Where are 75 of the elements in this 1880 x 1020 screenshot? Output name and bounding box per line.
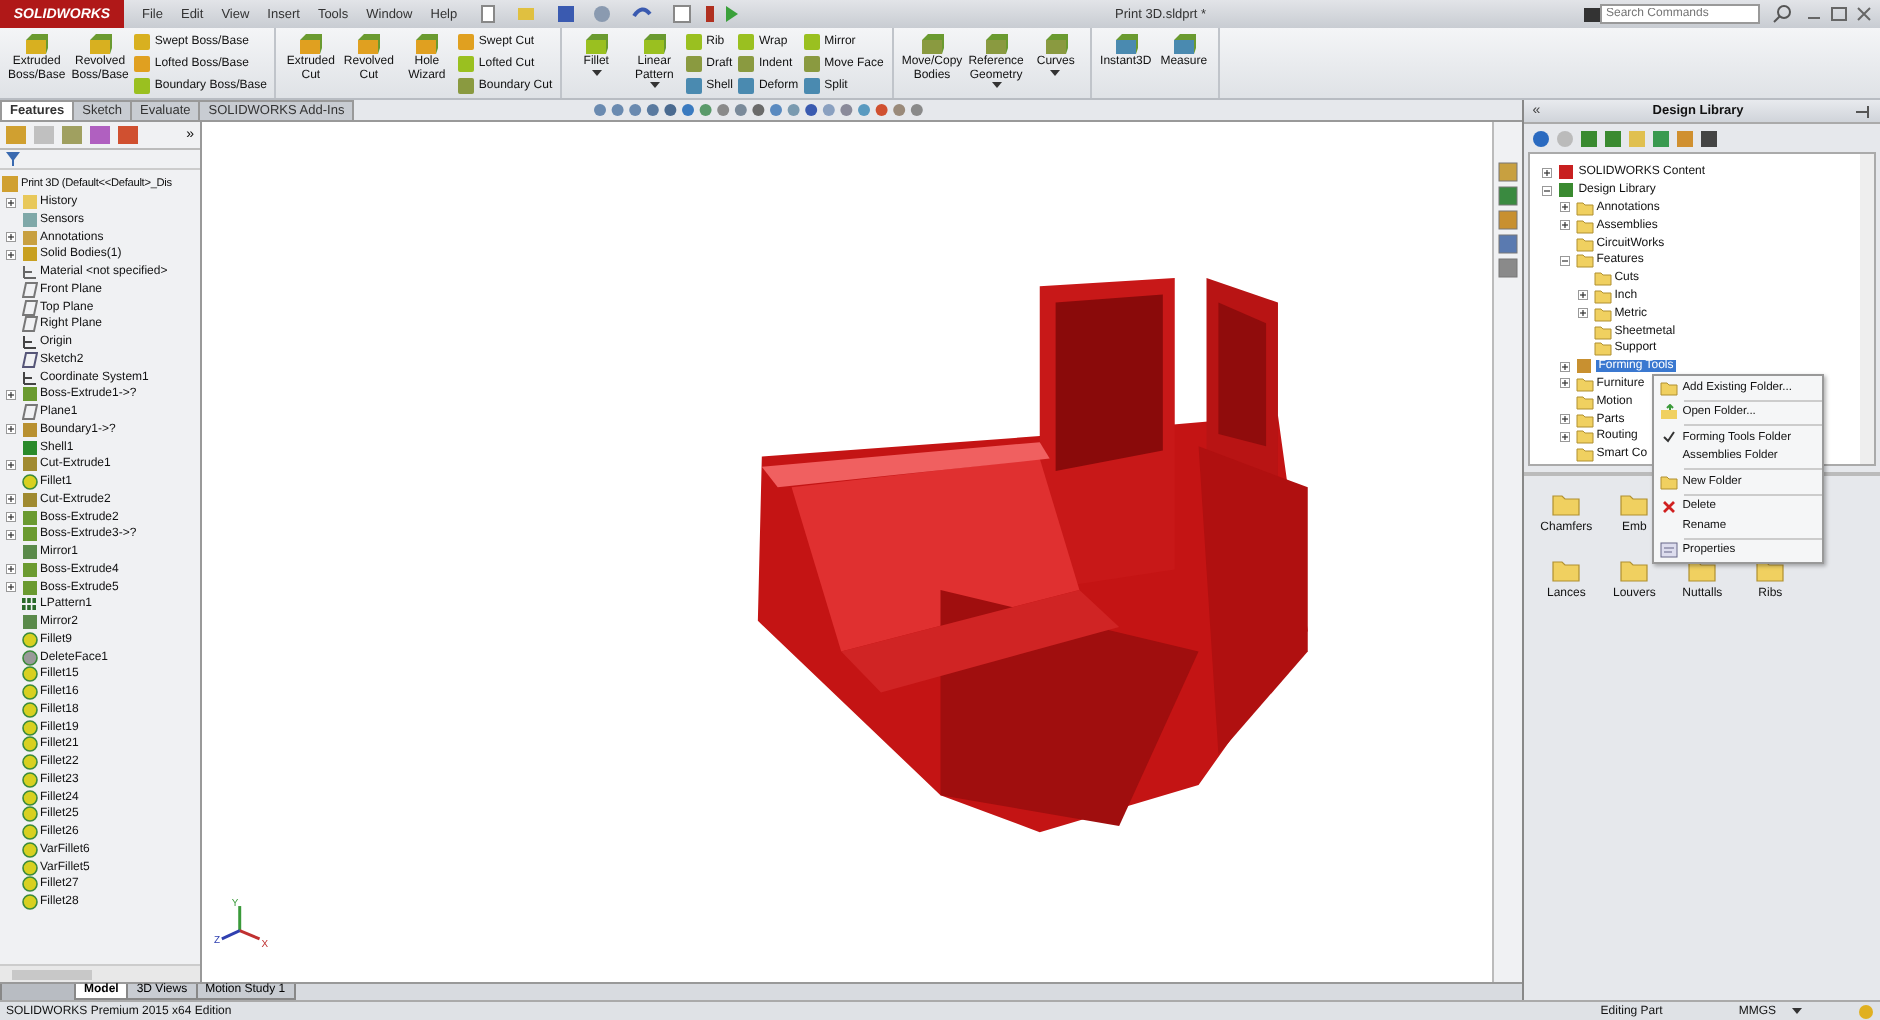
task-pane-icon[interactable] — [1498, 186, 1519, 206]
lines-icon — [21, 264, 37, 281]
lines-icon — [21, 334, 37, 351]
block-icon — [88, 34, 113, 56]
folder-icon — [1688, 558, 1717, 582]
block-icon — [24, 34, 49, 56]
expand-icon[interactable] — [6, 494, 16, 505]
expand-icon[interactable] — [6, 512, 16, 523]
expand-icon[interactable] — [6, 424, 16, 435]
square-icon — [21, 614, 37, 631]
panel-tab-icon[interactable] — [116, 124, 140, 146]
expand-icon[interactable] — [6, 529, 16, 540]
folder-icon — [1620, 492, 1649, 516]
expand-icon[interactable] — [6, 389, 16, 400]
block-icon — [642, 34, 667, 56]
folder-icon — [1620, 558, 1649, 582]
caret-icon[interactable] — [1050, 69, 1061, 75]
plane-icon — [21, 351, 37, 368]
expand-icon[interactable] — [6, 197, 16, 208]
scrollbar[interactable] — [1860, 154, 1874, 464]
block-icon — [1043, 34, 1068, 56]
back-icon[interactable] — [1532, 129, 1551, 147]
filter-icon[interactable] — [6, 152, 20, 166]
plane-icon — [21, 404, 37, 421]
expand-icon[interactable] — [6, 232, 16, 243]
block-icon — [584, 34, 609, 56]
expand-icon[interactable] — [6, 564, 16, 575]
expand-icon[interactable] — [6, 249, 16, 260]
window-controls-icon[interactable] — [1804, 4, 1876, 24]
caret-icon[interactable] — [591, 69, 602, 75]
square-icon — [1557, 182, 1576, 199]
task-pane-icon[interactable] — [1498, 162, 1519, 182]
folder-icon — [1756, 558, 1785, 582]
expand-icon[interactable] — [1578, 308, 1589, 319]
task-pane-icon[interactable] — [1498, 234, 1519, 254]
task-pane-icon[interactable] — [1498, 258, 1519, 278]
scrollbar[interactable] — [0, 964, 200, 982]
folder-icon — [1659, 473, 1678, 490]
block-icon — [298, 34, 323, 56]
block-icon — [984, 34, 1009, 56]
panel-tab-icon[interactable] — [88, 124, 112, 146]
folder-icon — [1659, 379, 1678, 396]
command-icon — [1584, 7, 1600, 21]
properties-icon — [1659, 542, 1678, 559]
task-pane-icon[interactable] — [1498, 210, 1519, 230]
block-icon — [356, 34, 381, 56]
folder-icon — [1552, 492, 1581, 516]
expand-icon[interactable] — [6, 582, 16, 593]
collapse-icon[interactable] — [1542, 185, 1553, 196]
quick-access-icons[interactable] — [477, 4, 738, 24]
collapse-icon[interactable] — [1560, 255, 1571, 266]
expand-icon[interactable] — [1560, 202, 1571, 213]
lines-icon — [21, 369, 37, 386]
delete-icon — [1661, 499, 1676, 514]
block-icon — [1113, 34, 1138, 56]
expand-icon[interactable] — [6, 459, 16, 470]
square-icon — [21, 386, 37, 403]
expand-icon[interactable] — [1542, 167, 1553, 178]
square-icon — [1557, 164, 1576, 181]
caret-icon[interactable] — [649, 82, 660, 88]
block-icon — [414, 34, 439, 56]
caret-icon[interactable] — [991, 82, 1002, 88]
folder-icon — [1552, 558, 1581, 582]
expand-icon[interactable] — [1560, 431, 1571, 442]
dots-icon — [21, 596, 37, 613]
expand-icon[interactable] — [1578, 290, 1589, 301]
caret-icon[interactable] — [1792, 1008, 1802, 1014]
search-icon[interactable] — [1772, 4, 1792, 24]
expand-icon[interactable] — [1560, 378, 1571, 389]
expand-icon[interactable] — [1560, 220, 1571, 231]
pin-icon[interactable] — [1856, 105, 1872, 117]
expand-icon[interactable] — [1560, 361, 1571, 372]
block-icon — [1171, 34, 1196, 56]
block-icon — [920, 34, 944, 56]
expand-icon[interactable] — [1560, 414, 1571, 425]
